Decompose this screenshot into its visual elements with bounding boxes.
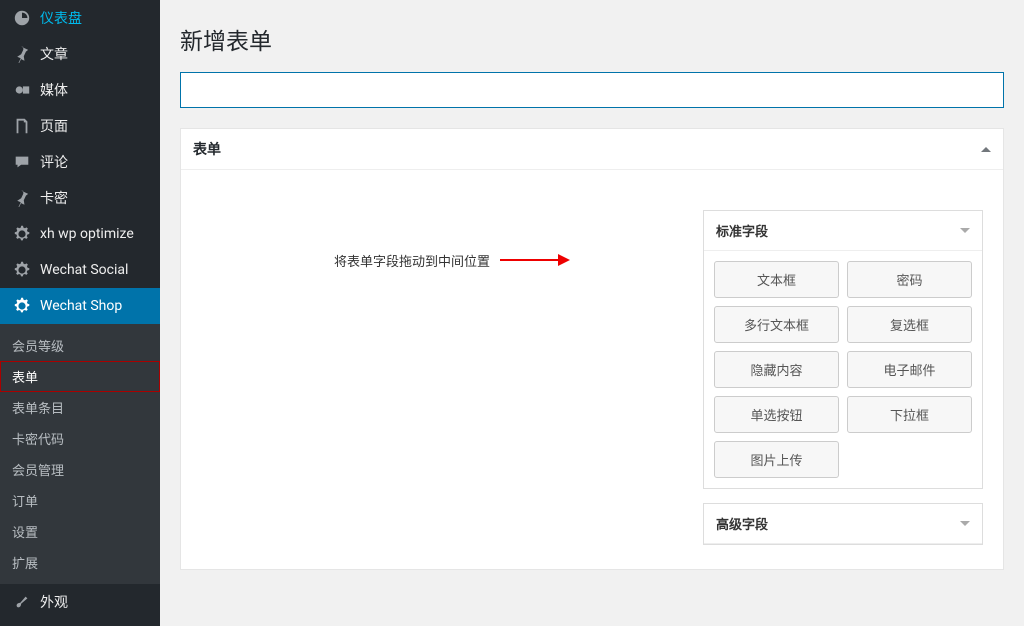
postbox-title: 表单 xyxy=(193,139,221,159)
submenu-item[interactable]: 表单条目 xyxy=(0,392,160,423)
caret-down-icon xyxy=(960,521,970,526)
sidebar-item-label: xh wp optimize xyxy=(40,226,134,242)
gear-icon xyxy=(12,296,32,316)
submenu-item-current[interactable]: 表单 xyxy=(0,361,160,392)
drop-hint-text: 将表单字段拖动到中间位置 xyxy=(334,251,490,270)
sidebar-item-label: 卡密 xyxy=(40,188,68,208)
sidebar-item-wechat-social[interactable]: Wechat Social xyxy=(0,252,160,288)
comment-icon xyxy=(12,152,32,172)
form-title-input[interactable] xyxy=(180,72,1004,108)
main-content: 新增表单 表单 将表单字段拖动到中间位置 xyxy=(160,0,1024,626)
form-drop-zone[interactable]: 将表单字段拖动到中间位置 xyxy=(201,210,703,545)
field-radio-button[interactable]: 单选按钮 xyxy=(714,396,839,433)
page-title: 新增表单 xyxy=(180,22,1004,56)
submenu-item[interactable]: 卡密代码 xyxy=(0,423,160,454)
field-group-header[interactable]: 标准字段 xyxy=(704,211,982,251)
submenu-item[interactable]: 会员等级 xyxy=(0,330,160,361)
standard-fields-group: 标准字段 文本框 密码 多行文本框 复选框 隐藏内容 电子邮件 单选按钮 下拉框 xyxy=(703,210,983,489)
caret-down-icon xyxy=(960,228,970,233)
sidebar-item-cards[interactable]: 卡密 xyxy=(0,180,160,216)
pin-icon xyxy=(12,188,32,208)
field-group-title: 标准字段 xyxy=(716,221,768,240)
page-icon xyxy=(12,116,32,136)
advanced-fields-group: 高级字段 xyxy=(703,503,983,545)
postbox-header[interactable]: 表单 xyxy=(181,129,1003,170)
sidebar-item-label: Wechat Shop xyxy=(40,298,122,314)
brush-icon xyxy=(12,592,32,612)
field-group-header[interactable]: 高级字段 xyxy=(704,504,982,544)
sidebar-item-pages[interactable]: 页面 xyxy=(0,108,160,144)
gear-icon xyxy=(12,260,32,280)
sidebar-item-label: 媒体 xyxy=(40,80,68,100)
admin-sidebar: 仪表盘 文章 媒体 页面 评论 卡密 xh wp optimize Wecha xyxy=(0,0,160,626)
field-email-button[interactable]: 电子邮件 xyxy=(847,351,972,388)
field-text-button[interactable]: 文本框 xyxy=(714,261,839,298)
field-hidden-button[interactable]: 隐藏内容 xyxy=(714,351,839,388)
submenu-item[interactable]: 扩展 xyxy=(0,547,160,578)
form-builder-postbox: 表单 将表单字段拖动到中间位置 标准字段 xyxy=(180,128,1004,570)
sidebar-item-label: 评论 xyxy=(40,152,68,172)
submenu-item[interactable]: 会员管理 xyxy=(0,454,160,485)
dashboard-icon xyxy=(12,8,32,28)
sidebar-item-label: 外观 xyxy=(40,592,68,612)
sidebar-item-label: 页面 xyxy=(40,116,68,136)
sidebar-submenu: 会员等级 表单 表单条目 卡密代码 会员管理 订单 设置 扩展 xyxy=(0,324,160,584)
fields-panel: 标准字段 文本框 密码 多行文本框 复选框 隐藏内容 电子邮件 单选按钮 下拉框 xyxy=(703,210,983,545)
sidebar-item-label: Wechat Social xyxy=(40,262,128,278)
field-textarea-button[interactable]: 多行文本框 xyxy=(714,306,839,343)
submenu-item[interactable]: 订单 xyxy=(0,485,160,516)
sidebar-item-posts[interactable]: 文章 xyxy=(0,36,160,72)
caret-up-icon xyxy=(981,147,991,152)
field-upload-button[interactable]: 图片上传 xyxy=(714,441,839,478)
media-icon xyxy=(12,80,32,100)
submenu-item[interactable]: 设置 xyxy=(0,516,160,547)
sidebar-item-media[interactable]: 媒体 xyxy=(0,72,160,108)
field-group-title: 高级字段 xyxy=(716,514,768,533)
sidebar-item-optimize[interactable]: xh wp optimize xyxy=(0,216,160,252)
sidebar-item-comments[interactable]: 评论 xyxy=(0,144,160,180)
gear-icon xyxy=(12,224,32,244)
sidebar-item-label: 仪表盘 xyxy=(40,8,82,28)
sidebar-item-plugins[interactable]: 插件 xyxy=(0,620,160,626)
field-select-button[interactable]: 下拉框 xyxy=(847,396,972,433)
arrow-right-icon xyxy=(500,250,570,270)
sidebar-item-dashboard[interactable]: 仪表盘 xyxy=(0,0,160,36)
sidebar-item-appearance[interactable]: 外观 xyxy=(0,584,160,620)
pin-icon xyxy=(12,44,32,64)
field-password-button[interactable]: 密码 xyxy=(847,261,972,298)
field-checkbox-button[interactable]: 复选框 xyxy=(847,306,972,343)
sidebar-item-wechat-shop[interactable]: Wechat Shop xyxy=(0,288,160,324)
sidebar-item-label: 文章 xyxy=(40,44,68,64)
